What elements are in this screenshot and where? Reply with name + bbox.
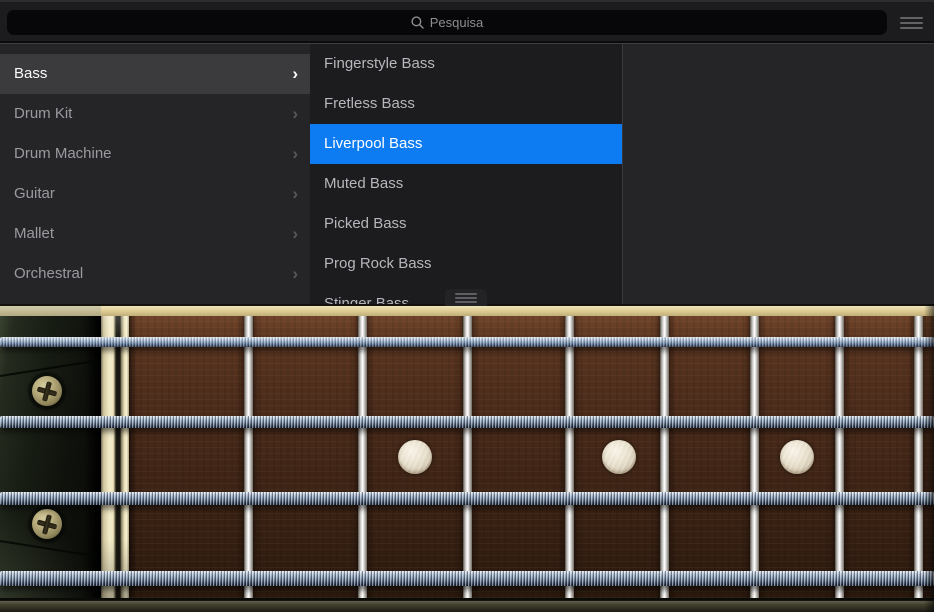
- bass-string-1[interactable]: [0, 337, 934, 347]
- nut: [101, 306, 129, 598]
- category-label: Bass: [14, 65, 48, 82]
- category-item-mallet[interactable]: Mallet ›: [0, 214, 310, 254]
- chevron-right-icon: ›: [292, 184, 298, 203]
- bass-string-2[interactable]: [0, 416, 934, 428]
- category-label: Drum Machine: [14, 145, 112, 162]
- chevron-right-icon: ›: [292, 64, 298, 83]
- screw-icon: [32, 509, 62, 539]
- instrument-item-prog-rock-bass[interactable]: Prog Rock Bass: [310, 244, 622, 284]
- chevron-right-icon: ›: [292, 224, 298, 243]
- bass-fretboard[interactable]: [0, 303, 934, 612]
- chevron-right-icon: ›: [292, 104, 298, 123]
- fretboard-bottom-edge: [0, 598, 934, 612]
- search-field[interactable]: Pesquisa: [7, 10, 887, 35]
- fret: [463, 313, 472, 604]
- instrument-item-picked-bass[interactable]: Picked Bass: [310, 204, 622, 244]
- fretboard-binding-headstock: [0, 306, 101, 316]
- category-label: Guitar: [14, 185, 55, 202]
- category-item-drum-machine[interactable]: Drum Machine ›: [0, 134, 310, 174]
- fret-marker-dot: [398, 440, 432, 474]
- category-column: Bass › Drum Kit › Drum Machine › Guitar › Mallet…: [0, 44, 310, 304]
- instrument-column: Fingerstyle Bass Fretless Bass Liverpool B…: [310, 44, 622, 304]
- hamburger-icon[interactable]: [900, 17, 923, 29]
- bass-string-3[interactable]: [0, 492, 934, 505]
- right-edge-shadow: [924, 303, 934, 612]
- instrument-item-fretless-bass[interactable]: Fretless Bass: [310, 84, 622, 124]
- chevron-right-icon: ›: [292, 144, 298, 163]
- fret-marker-dot: [780, 440, 814, 474]
- garageband-instrument-browser: Pesquisa Bass › Drum Kit › Drum Machine › Guit…: [0, 0, 934, 612]
- instrument-item-liverpool-bass[interactable]: Liverpool Bass: [310, 124, 622, 164]
- fret: [750, 313, 759, 604]
- fretboard-binding: [0, 306, 934, 316]
- instrument-menu: Bass › Drum Kit › Drum Machine › Guitar › Mallet…: [0, 43, 934, 304]
- instrument-item-muted-bass[interactable]: Muted Bass: [310, 164, 622, 204]
- fret: [835, 313, 844, 604]
- fret: [244, 313, 253, 604]
- category-label: Drum Kit: [14, 105, 73, 122]
- category-label: Mallet: [14, 225, 55, 242]
- fret: [565, 313, 574, 604]
- fret: [660, 313, 669, 604]
- grip-handle-icon[interactable]: [445, 289, 487, 306]
- fret-marker-dot: [602, 440, 636, 474]
- category-item-drum-kit[interactable]: Drum Kit ›: [0, 94, 310, 134]
- top-bar: Pesquisa: [0, 0, 934, 41]
- screw-icon: [32, 376, 62, 406]
- fret: [358, 313, 367, 604]
- search-input[interactable]: [7, 10, 887, 35]
- category-item-bass[interactable]: Bass ›: [0, 54, 310, 94]
- chevron-right-icon: ›: [292, 264, 298, 283]
- category-item-orchestral[interactable]: Orchestral ›: [0, 254, 310, 294]
- detail-column: [622, 44, 934, 304]
- category-item-guitar[interactable]: Guitar ›: [0, 174, 310, 214]
- fret: [914, 313, 923, 604]
- category-label: Orchestral: [14, 265, 84, 282]
- bass-string-4[interactable]: [0, 571, 934, 586]
- instrument-item-fingerstyle-bass[interactable]: Fingerstyle Bass: [310, 44, 622, 84]
